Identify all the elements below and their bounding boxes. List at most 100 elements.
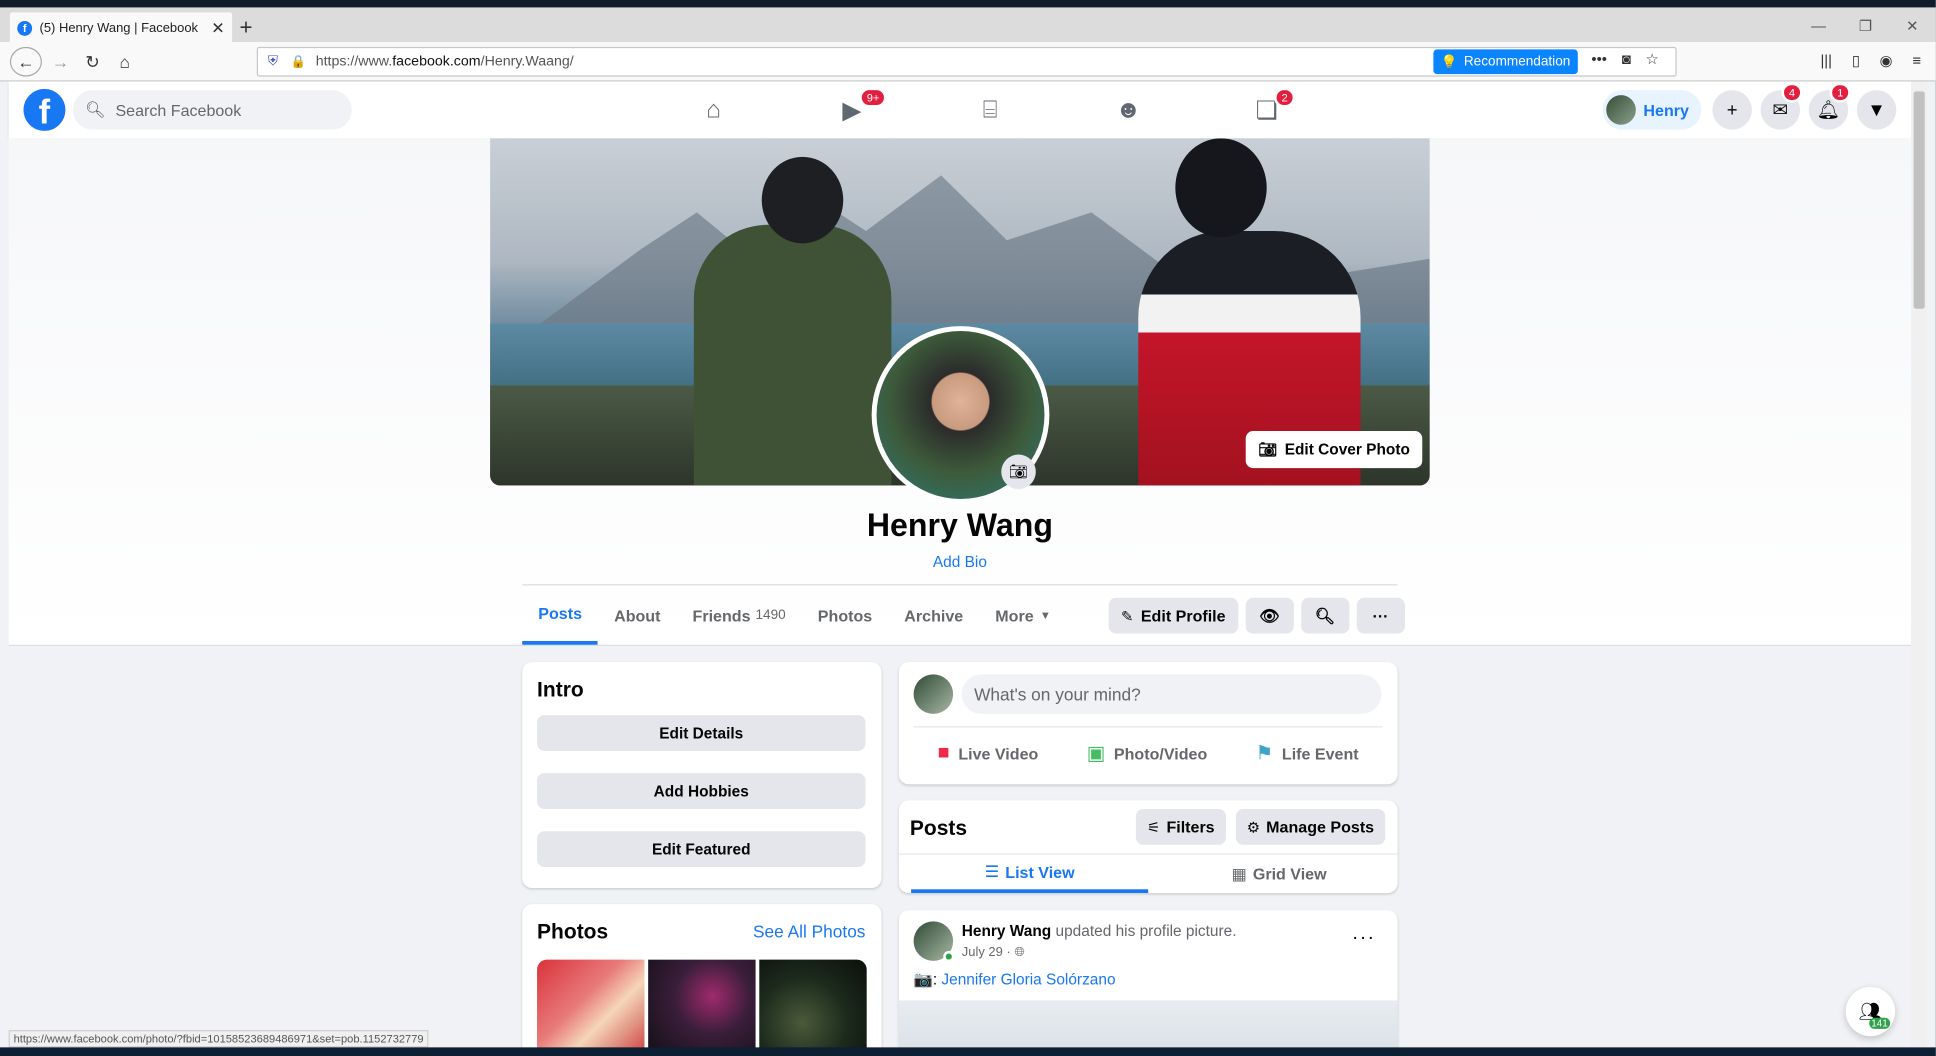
post-date[interactable]: July 29 · — [962, 945, 1015, 960]
facebook-favicon-icon: f — [17, 20, 33, 36]
messenger-icon: ✉ — [1772, 100, 1789, 122]
browser-tab-bar: f (5) Henry Wang | Facebook ✕ + — ❐ ✕ — [0, 0, 1936, 45]
edit-featured-button[interactable]: Edit Featured — [537, 831, 866, 868]
account-icon[interactable]: ◉ — [1880, 52, 1893, 69]
browser-toolbar: ← → ↻ ⌂ ⛨ 🔒 https://www. facebook.com/Hen… — [0, 41, 1936, 82]
photos-title: Photos — [537, 920, 609, 944]
profile-header: 📷︎ Edit Cover Photo 📷︎ Henry Wang Add Bi… — [8, 138, 1912, 646]
browser-tab[interactable]: f (5) Henry Wang | Facebook ✕ — [9, 12, 233, 45]
tab-more[interactable]: More ▼ — [979, 585, 1067, 644]
profile-chip[interactable]: Henry — [1602, 90, 1702, 130]
recommendation-label: Recommendation — [1463, 54, 1571, 70]
tracking-shield-icon[interactable]: ⛨ — [268, 54, 278, 70]
recommendation-button[interactable]: 💡 Recommendation — [1433, 49, 1578, 75]
tab-about[interactable]: About — [598, 585, 676, 644]
tab-more-label: More — [995, 605, 1034, 625]
life-event-button[interactable]: ⚑ Life Event — [1256, 741, 1359, 766]
minimize-icon[interactable]: — — [1795, 12, 1842, 39]
feed-post: Henry Wang updated his profile picture. … — [898, 910, 1398, 1056]
list-view-tab[interactable]: ☰ List View — [911, 855, 1149, 893]
watch-badge: 9+ — [859, 87, 887, 108]
photo-video-button[interactable]: ▣ Photo/Video — [1087, 741, 1208, 766]
edit-cover-photo-button[interactable]: 📷︎ Edit Cover Photo — [1246, 431, 1423, 469]
avatar[interactable] — [913, 674, 954, 714]
forward-icon[interactable]: → — [44, 47, 76, 77]
ellipsis-icon: ··· — [1372, 606, 1389, 625]
post-author[interactable]: Henry Wang — [962, 923, 1051, 940]
post-options-icon[interactable]: ··· — [1352, 928, 1375, 950]
back-icon[interactable]: ← — [9, 46, 42, 77]
posts-title: Posts — [909, 816, 968, 840]
scrollbar[interactable] — [1911, 81, 1928, 1056]
home-icon[interactable]: ⌂ — [109, 47, 141, 77]
life-event-label: Life Event — [1281, 744, 1359, 763]
add-bio-link[interactable]: Add Bio — [9, 553, 1912, 570]
tab-friends[interactable]: Friends 1490 — [677, 585, 802, 644]
gear-icon: ⚙ — [1246, 818, 1261, 836]
bookmark-star-icon[interactable]: ☆ — [1646, 51, 1659, 68]
tab-archive[interactable]: Archive — [888, 585, 979, 644]
profile-chip-name: Henry — [1643, 100, 1689, 120]
notifications-button[interactable]: 🔔︎ 1 — [1808, 82, 1851, 130]
photo-thumbnail[interactable] — [759, 959, 867, 1056]
more-options-button[interactable]: ··· — [1356, 597, 1405, 634]
address-bar[interactable]: ⛨ 🔒 https://www. facebook.com/Henry.Waang… — [256, 46, 1677, 77]
create-button[interactable]: + — [1712, 90, 1752, 130]
search-icon: 🔍︎ — [85, 100, 106, 119]
manage-posts-button[interactable]: ⚙ Manage Posts — [1235, 808, 1386, 845]
pocket-icon[interactable]: ◙ — [1622, 51, 1631, 68]
edit-profile-button[interactable]: ✎ Edit Profile — [1108, 597, 1238, 634]
scrollbar-thumb[interactable] — [1913, 91, 1925, 309]
manage-posts-label: Manage Posts — [1266, 817, 1375, 837]
live-video-button[interactable]: ■ Live Video — [938, 742, 1039, 764]
view-as-button[interactable]: 👁︎ — [1245, 597, 1294, 634]
nav-home[interactable]: ⌂ — [644, 82, 782, 139]
reload-icon[interactable]: ↻ — [77, 47, 109, 77]
profile-tabs: Posts About Friends 1490 Photos Archive M… — [522, 585, 1067, 645]
filters-label: Filters — [1166, 817, 1215, 837]
photo-thumbnail[interactable] — [537, 959, 645, 1056]
restore-icon[interactable]: ❐ — [1842, 12, 1889, 39]
close-tab-icon[interactable]: ✕ — [211, 19, 224, 39]
facebook-logo-icon[interactable]: f — [23, 88, 66, 131]
tagged-person-link[interactable]: Jennifer Gloria Solórzano — [941, 971, 1115, 988]
list-view-label: List View — [1005, 862, 1075, 882]
live-video-label: Live Video — [958, 744, 1039, 763]
add-hobbies-button[interactable]: Add Hobbies — [537, 773, 866, 809]
search-input[interactable]: 🔍︎ Search Facebook — [72, 90, 352, 130]
nav-gaming[interactable]: ❏ 2 — [1198, 82, 1336, 139]
nav-watch[interactable]: ▶ 9+ — [783, 82, 921, 139]
photo-thumbnail[interactable] — [648, 959, 756, 1056]
grid-view-tab[interactable]: ▦ Grid View — [1161, 855, 1398, 893]
library-icon[interactable]: ||| — [1820, 52, 1832, 69]
contacts-button[interactable]: 👥︎ 141 — [1845, 986, 1896, 1037]
page-actions-icon[interactable]: ••• — [1591, 51, 1607, 68]
see-all-photos-link[interactable]: See All Photos — [753, 921, 865, 941]
create-post-input[interactable]: What's on your mind? — [961, 674, 1382, 714]
photo-icon: ▣ — [1086, 743, 1106, 765]
edit-profile-label: Edit Profile — [1140, 606, 1226, 625]
search-profile-button[interactable]: 🔍︎ — [1300, 597, 1350, 634]
menu-icon[interactable]: ≡ — [1912, 52, 1921, 69]
lock-icon[interactable]: 🔒 — [290, 55, 305, 69]
notifications-badge: 1 — [1829, 82, 1851, 103]
home-nav-icon: ⌂ — [706, 95, 722, 123]
cover-person-green-jacket — [693, 156, 892, 486]
nav-marketplace[interactable]: ⌸ — [921, 82, 1059, 139]
caret-down-icon: ▼ — [1867, 99, 1886, 121]
messenger-button[interactable]: ✉ 4 — [1760, 82, 1803, 130]
nav-groups[interactable]: ☻ — [1059, 82, 1197, 139]
search-placeholder: Search Facebook — [115, 100, 242, 120]
update-profile-picture-camera-icon[interactable]: 📷︎ — [1001, 454, 1036, 490]
edit-details-button[interactable]: Edit Details — [537, 715, 866, 751]
new-tab-icon[interactable]: + — [240, 15, 253, 41]
filters-button[interactable]: ⚟ Filters — [1135, 808, 1226, 845]
tab-photos[interactable]: Photos — [802, 585, 888, 644]
tab-posts[interactable]: Posts — [522, 585, 599, 645]
sidebar-icon[interactable]: ▯ — [1852, 52, 1860, 69]
caret-down-icon: ▼ — [1039, 608, 1051, 622]
friends-count: 1490 — [755, 607, 786, 623]
close-window-icon[interactable]: ✕ — [1889, 12, 1936, 39]
account-menu-button[interactable]: ▼ — [1856, 90, 1897, 130]
post-caption-prefix: 📷: — [913, 970, 942, 989]
